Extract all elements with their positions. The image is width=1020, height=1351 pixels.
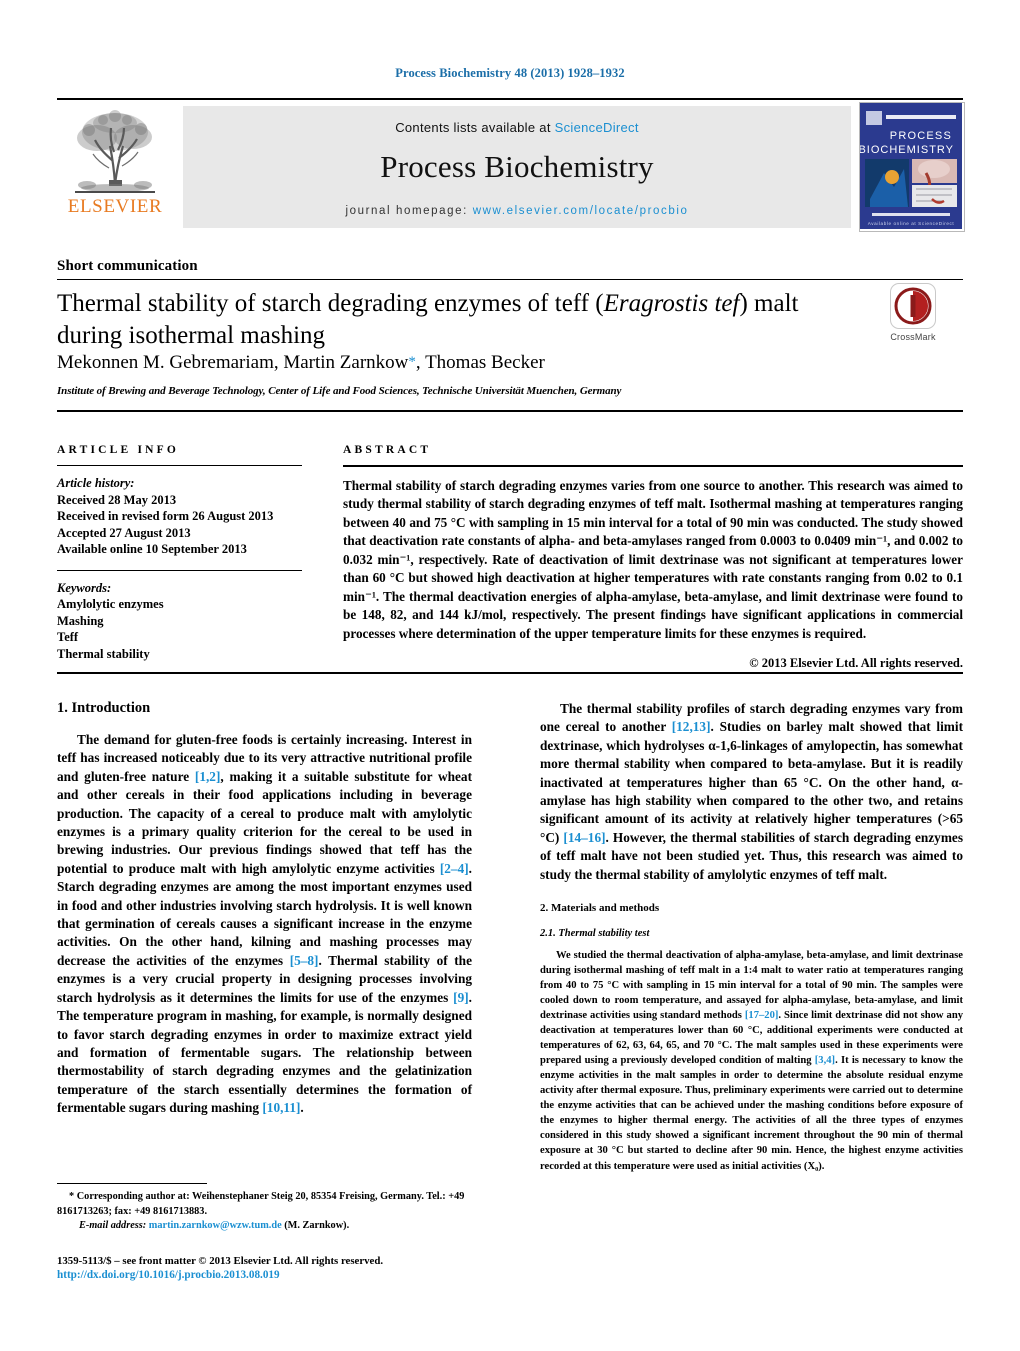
intro-text-b: , making it a suitable substitute for wh…	[57, 768, 472, 876]
author-affiliation: Institute of Brewing and Beverage Techno…	[57, 385, 622, 397]
elsevier-logo: ELSEVIER	[57, 106, 173, 228]
journal-title: Process Biochemistry	[380, 149, 654, 184]
abstract-heading: ABSTRACT	[343, 444, 432, 456]
abstract-rule	[343, 465, 963, 467]
journal-homepage-line: journal homepage: www.elsevier.com/locat…	[183, 205, 851, 217]
citation-ref[interactable]: [12,13]	[672, 719, 711, 734]
citation-ref[interactable]: [10,11]	[262, 1100, 300, 1115]
email-link[interactable]: martin.zarnkow@wzw.tum.de	[149, 1220, 282, 1231]
email-owner: (M. Zarnkow).	[284, 1220, 350, 1232]
corresponding-author-note: * Corresponding author at: Weihenstephan…	[57, 1190, 477, 1219]
title-divider	[57, 279, 963, 280]
article-info-heading: ARTICLE INFO	[57, 444, 180, 456]
svg-text:BIOCHEMISTRY: BIOCHEMISTRY	[860, 144, 954, 156]
authors-names-tail: , Thomas Becker	[415, 352, 545, 373]
keywords-group: Keywords: Amylolytic enzymes Mashing Tef…	[57, 580, 302, 663]
intro-text-f: .	[300, 1100, 304, 1116]
crossmark-icon[interactable]	[890, 283, 936, 329]
contents-available-line: Contents lists available at ScienceDirec…	[183, 106, 851, 135]
body-column-right: The thermal stability profiles of starch…	[540, 700, 963, 1174]
contents-prefix: Contents lists available at	[395, 120, 551, 135]
keyword-item: Amylolytic enzymes	[57, 597, 164, 611]
keywords-label: Keywords:	[57, 580, 112, 595]
citation-ref[interactable]: [17–20]	[745, 1010, 779, 1021]
history-item: Received in revised form 26 August 2013	[57, 509, 274, 523]
subsection-heading-thermal-stability-test: 2.1. Thermal stability test	[540, 928, 650, 940]
keyword-item: Mashing	[57, 613, 104, 628]
email-note: E-mail address: martin.zarnkow@wzw.tum.d…	[57, 1219, 477, 1234]
journal-cover-thumbnail: PROCESS BIOCHEMISTRY Available online at…	[859, 102, 965, 232]
right-text-b: . Studies on barley malt showed that lim…	[540, 719, 964, 845]
footnote-divider	[57, 1183, 207, 1184]
cover-art: PROCESS BIOCHEMISTRY Available online at…	[860, 103, 962, 229]
footnote-block: * Corresponding author at: Weihenstephan…	[57, 1183, 477, 1234]
keyword-item: Thermal stability	[57, 646, 150, 661]
history-item: Accepted 27 August 2013	[57, 525, 191, 540]
article-history-group: Article history: Received 28 May 2013 Re…	[57, 475, 302, 558]
article-type-label: Short communication	[57, 258, 198, 274]
intro-text-e: . The temperature program in mashing, fo…	[57, 989, 472, 1116]
body-column-left: 1. Introduction The demand for gluten-fr…	[57, 700, 472, 1118]
abstract-copyright: © 2013 Elsevier Ltd. All rights reserved…	[749, 656, 963, 671]
article-info-column: ARTICLE INFO Article history: Received 2…	[57, 444, 302, 662]
keywords-divider	[57, 569, 302, 571]
elsevier-wordmark: ELSEVIER	[67, 196, 163, 217]
corresponding-author-marker: *	[408, 354, 416, 370]
citation-ref[interactable]: [3,4]	[815, 1055, 835, 1066]
abstract-text: Thermal stability of starch degrading en…	[343, 478, 963, 641]
svg-text:Available online at ScienceDir: Available online at ScienceDirect	[868, 221, 955, 226]
article-page: Process Biochemistry 48 (2013) 1928–1932	[0, 0, 1020, 1351]
journal-masthead: ELSEVIER Contents lists available at Sci…	[57, 98, 965, 232]
homepage-label: journal homepage:	[345, 205, 468, 217]
citation-ref[interactable]: [9]	[453, 990, 469, 1005]
issn-block: 1359-5113/$ – see front matter © 2013 El…	[57, 1255, 497, 1281]
page-title: Thermal stability of starch degrading en…	[57, 288, 827, 351]
keyword-item: Teff	[57, 630, 79, 644]
body-divider	[57, 672, 963, 674]
elsevier-tree-icon	[75, 110, 155, 193]
running-head: Process Biochemistry 48 (2013) 1928–1932	[395, 66, 625, 80]
section-heading-introduction: 1. Introduction	[57, 700, 151, 716]
issn-front-matter: 1359-5113/$ – see front matter © 2013 El…	[57, 1255, 384, 1267]
citation-ref[interactable]: [14–16]	[563, 830, 605, 845]
sciencedirect-link[interactable]: ScienceDirect	[555, 120, 639, 135]
history-item: Received 28 May 2013	[57, 492, 177, 507]
methods-text-c: . It is necessary to know the enzyme act…	[540, 1055, 963, 1172]
svg-text:PROCESS: PROCESS	[890, 130, 952, 142]
corresponding-author-text: Corresponding author at: Weihenstephaner…	[57, 1191, 465, 1217]
title-species-italic: Eragrostis tef	[603, 290, 740, 317]
citation-ref[interactable]: [2–4]	[440, 861, 469, 876]
email-label: E-mail address:	[79, 1220, 147, 1232]
title-part-1: Thermal stability of starch degrading en…	[57, 290, 604, 317]
methods-paragraph: We studied the thermal deactivation of a…	[540, 948, 963, 1173]
header-divider	[57, 410, 963, 412]
abstract-column: ABSTRACT Thermal stability of starch deg…	[343, 444, 963, 671]
article-info-rule	[57, 465, 302, 466]
homepage-url-link[interactable]: www.elsevier.com/locate/procbio	[473, 205, 689, 217]
thermal-profile-paragraph: The thermal stability profiles of starch…	[540, 700, 963, 884]
citation-ref[interactable]: [1,2]	[195, 769, 220, 784]
citation-ref[interactable]: [5–8]	[290, 953, 319, 968]
history-item: Available online 10 September 2013	[57, 542, 247, 556]
footnote-marker: *	[69, 1191, 75, 1202]
section-heading-materials-methods: 2. Materials and methods	[540, 902, 660, 915]
crossmark-glyph-icon	[894, 287, 932, 325]
intro-paragraph: The demand for gluten-free foods is cert…	[57, 731, 472, 1118]
masthead-center: Contents lists available at ScienceDirec…	[183, 106, 851, 228]
author-list: Mekonnen M. Gebremariam, Martin Zarnkow*…	[57, 352, 545, 374]
intro-text-c: . Starch degrading enzymes are among the…	[57, 860, 472, 968]
authors-names: Mekonnen M. Gebremariam, Martin Zarnkow	[57, 352, 409, 373]
crossmark-label: CrossMark	[890, 332, 936, 342]
crossmark-badge-wrap[interactable]: CrossMark	[874, 283, 952, 342]
article-history-label: Article history:	[57, 476, 135, 490]
doi-link[interactable]: http://dx.doi.org/10.1016/j.procbio.2013…	[57, 1269, 497, 1281]
